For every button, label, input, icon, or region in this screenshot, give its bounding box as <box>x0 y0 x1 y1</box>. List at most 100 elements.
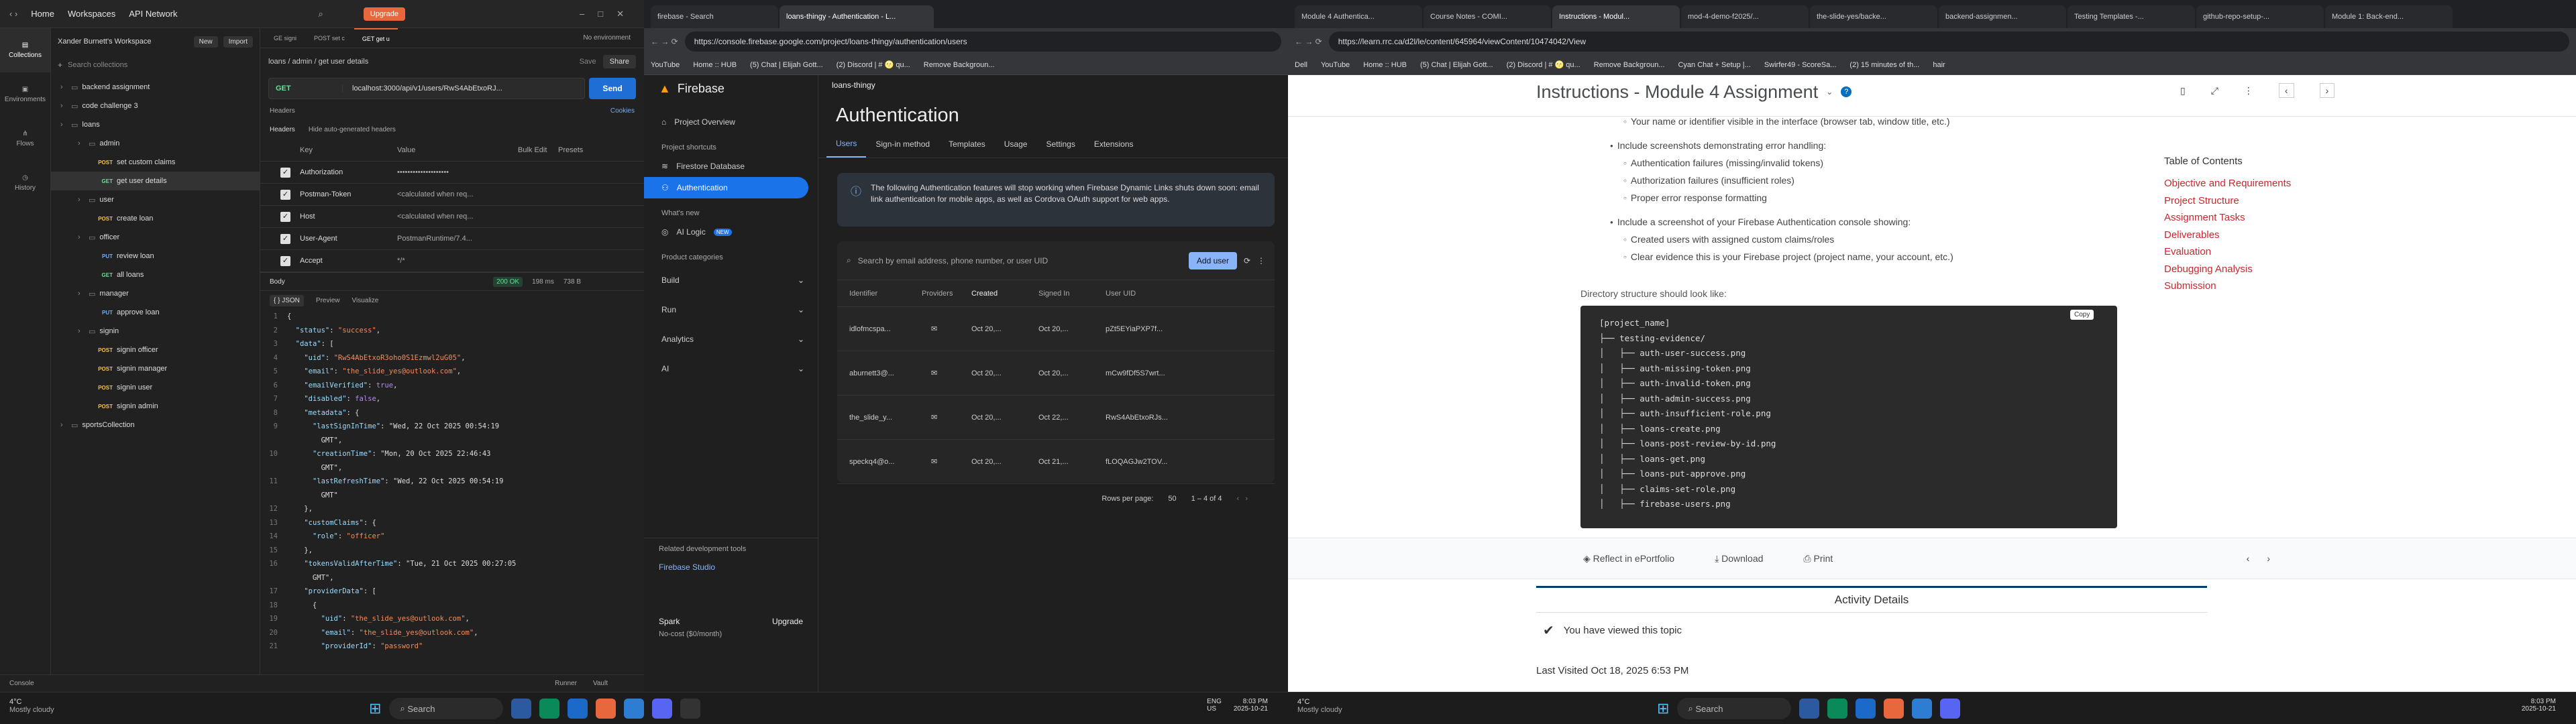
bookmark[interactable]: (5) Chat | Elijah Gott... <box>1420 61 1493 69</box>
toc-link[interactable]: Project Structure <box>2164 195 2291 213</box>
discord-icon[interactable] <box>1940 699 1961 719</box>
header-checkbox[interactable]: ✓ <box>280 233 290 244</box>
header-checkbox[interactable]: ✓ <box>280 167 290 178</box>
weather-widget[interactable]: 4°C Mostly cloudy <box>9 698 54 714</box>
header-checkbox[interactable]: ✓ <box>280 189 290 200</box>
browser-tab[interactable]: Module 1: Back-end... <box>2325 5 2453 28</box>
print-button[interactable]: ⎙ Print <box>1790 553 1846 564</box>
clock[interactable]: 8:03 PM 2025-10-21 <box>2522 698 2556 713</box>
toc-link[interactable]: Debugging Analysis <box>2164 263 2291 281</box>
download-button[interactable]: ⤓ Download <box>1688 553 1790 564</box>
bookmark[interactable]: Remove Backgroun... <box>924 61 995 69</box>
header-key[interactable]: User-Agent <box>300 235 397 243</box>
user-search-input[interactable]: Search by email address, phone number, o… <box>858 256 1182 265</box>
user-row[interactable]: idlofmcspa... ✉ Oct 20,... Oct 20,... pZt5EY… <box>837 307 1275 351</box>
taskview-icon[interactable] <box>1799 699 1820 719</box>
rail-collections[interactable]: ▤ Collections <box>0 28 50 72</box>
browser-tab[interactable]: Module 4 Authentica... <box>1295 5 1422 28</box>
reflect-button[interactable]: ◈ Reflect in ePortfolio <box>1570 553 1688 564</box>
add-user-button[interactable]: Add user <box>1188 251 1237 269</box>
chrome-icon[interactable] <box>1827 699 1848 719</box>
refresh-icon[interactable]: ⟳ <box>1244 256 1250 265</box>
tab-templates[interactable]: Templates <box>939 131 995 158</box>
footer-nav-arrows-icon[interactable]: ‹› <box>2247 553 2288 564</box>
nav-workspaces[interactable]: Workspaces <box>68 9 115 19</box>
browser-tab[interactable]: mod-4-demo-f2025/... <box>1681 5 1809 28</box>
method-select[interactable]: GET <box>269 84 343 93</box>
vscode-icon[interactable] <box>624 699 645 719</box>
bookmark[interactable]: (2) Discord | # 🌝 qu... <box>1507 60 1580 69</box>
bookmark[interactable]: YouTube <box>651 61 680 69</box>
category-run[interactable]: Run ⌄ <box>644 295 818 324</box>
pagination-arrows-icon[interactable]: ‹ › <box>1237 495 1248 503</box>
bookmark[interactable]: Swirfer49 - ScoreSa... <box>1764 61 1837 69</box>
edge-icon[interactable] <box>568 699 588 719</box>
header-key[interactable]: Postman-Token <box>300 190 397 198</box>
tree-request[interactable]: PUT approve loan <box>51 303 260 322</box>
format-select[interactable]: { } JSON <box>270 294 304 306</box>
tree-request[interactable]: POST signin manager <box>51 359 260 378</box>
header-value[interactable]: <calculated when req... <box>397 213 504 221</box>
bookmark[interactable]: Home :: HUB <box>1363 61 1407 69</box>
directory-code-block[interactable]: [project_name] ├── testing-evidence/ │ ├──… <box>1580 306 2117 528</box>
project-select[interactable]: loans-thingy <box>832 80 875 90</box>
bulk-edit[interactable]: Bulk Edit <box>518 146 558 154</box>
next-topic-button[interactable]: › <box>2319 83 2335 98</box>
tree-folder[interactable]: › ▭ admin <box>51 134 260 153</box>
cookies-link[interactable]: Cookies <box>610 107 635 115</box>
clock[interactable]: 8:03 PM 2025-10-21 <box>1234 698 1268 713</box>
runner-button[interactable]: Runner <box>555 680 577 687</box>
copy-button[interactable]: Copy <box>2070 310 2094 320</box>
workspace-name[interactable]: Xander Burnett's Workspace <box>58 38 189 46</box>
back-icon[interactable]: ‹ › <box>9 9 17 19</box>
rail-environments[interactable]: ▣ Environments <box>0 72 50 117</box>
browser-tab[interactable]: the-slide-yes/backe... <box>1810 5 1937 28</box>
bookmark[interactable]: Cyan Chat + Setup |... <box>1678 61 1750 69</box>
tab-sign-in-method[interactable]: Sign-in method <box>866 131 939 158</box>
req-tab[interactable]: POST set c <box>306 35 353 42</box>
browser-tab[interactable]: firebase - Search <box>651 5 778 28</box>
browser-tab[interactable]: backend-assignmen... <box>1939 5 2066 28</box>
tree-request[interactable]: POST signin officer <box>51 341 260 359</box>
save-button[interactable]: Save <box>580 58 596 66</box>
bookmark-icon[interactable]: ▯ <box>2180 85 2186 97</box>
taskview-icon[interactable] <box>511 699 532 719</box>
firebase-studio-link[interactable]: Firebase Studio <box>659 562 818 572</box>
browser-tab[interactable]: Testing Templates -... <box>2068 5 2195 28</box>
category-analytics[interactable]: Analytics ⌄ <box>644 324 818 354</box>
tab-users[interactable]: Users <box>826 131 867 158</box>
browser-tab-active[interactable]: loans-thingy - Authentication - L... <box>780 5 934 28</box>
send-button[interactable]: Send <box>589 78 636 99</box>
visualize-tab[interactable]: Visualize <box>352 297 378 304</box>
tab-extensions[interactable]: Extensions <box>1085 131 1143 158</box>
bookmark[interactable]: Remove Backgroun... <box>1594 61 1665 69</box>
nav-api-network[interactable]: API Network <box>129 9 177 19</box>
tree-request[interactable]: GET get user details <box>51 172 260 190</box>
taskbar-search[interactable]: ⌕ Search <box>1677 698 1792 719</box>
tree-request[interactable]: POST create loan <box>51 209 260 228</box>
user-row[interactable]: the_slide_y... ✉ Oct 20,... Oct 22,... RwS4A… <box>837 396 1275 440</box>
nav-ailogic[interactable]: ◎ AI Logic NEW <box>644 221 818 243</box>
share-button[interactable]: Share <box>602 55 636 68</box>
language-indicator[interactable]: ENG US <box>1207 698 1222 713</box>
header-value[interactable]: PostmanRuntime/7.4... <box>397 235 504 243</box>
tree-request[interactable]: PUT review loan <box>51 247 260 265</box>
toc-link[interactable]: Submission <box>2164 280 2291 298</box>
nav-home[interactable]: Home <box>31 9 54 19</box>
rows-per-page-select[interactable]: 50 <box>1168 495 1176 503</box>
tree-folder[interactable]: › ▭ code challenge 3 <box>51 97 260 115</box>
tab-usage[interactable]: Usage <box>995 131 1037 158</box>
category-build[interactable]: Build ⌄ <box>644 265 818 295</box>
category-ai[interactable]: AI ⌄ <box>644 354 818 383</box>
vscode-icon[interactable] <box>1912 699 1933 719</box>
discord-icon[interactable] <box>652 699 673 719</box>
header-value[interactable]: <calculated when req... <box>397 190 504 198</box>
presets[interactable]: Presets <box>558 146 583 154</box>
req-tab[interactable]: GE signi <box>266 35 305 42</box>
help-icon[interactable]: ? <box>1841 86 1852 97</box>
browser-tab[interactable]: Instructions - Modul... <box>1552 5 1680 28</box>
search-icon[interactable]: ⌕ <box>319 9 323 19</box>
chrome-icon[interactable] <box>539 699 560 719</box>
nav-firestore[interactable]: ≋ Firestore Database <box>644 156 818 177</box>
import-button[interactable]: Import <box>223 36 253 48</box>
